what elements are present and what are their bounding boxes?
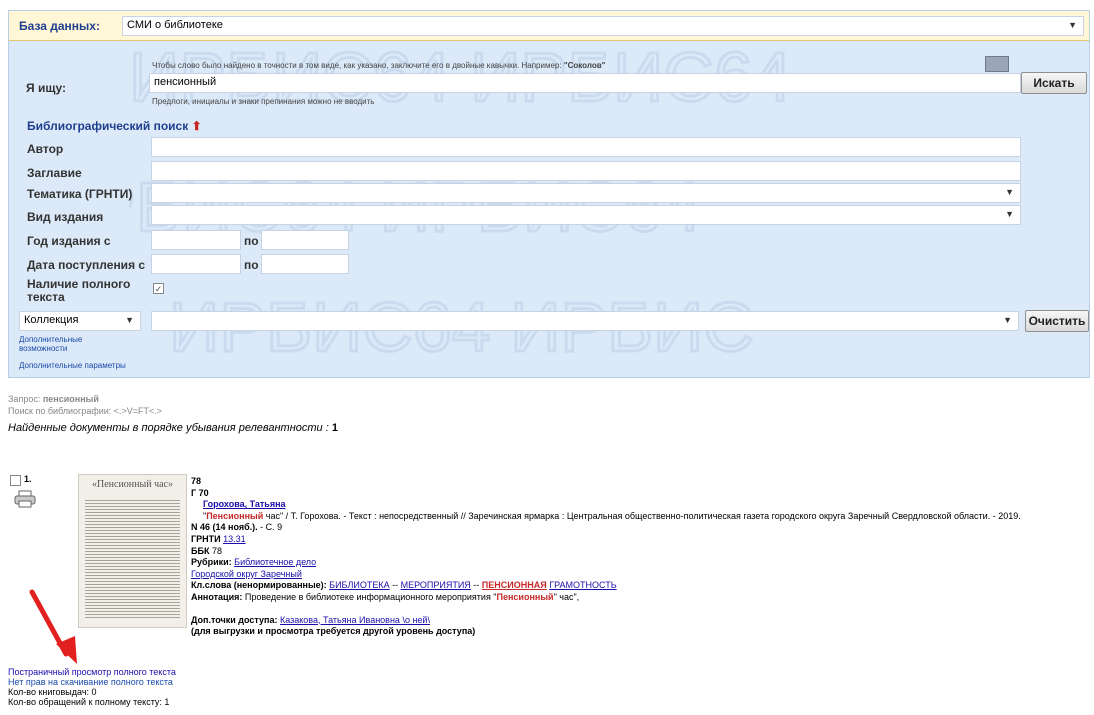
chevron-down-icon: ▼ bbox=[1005, 187, 1014, 197]
year-to-input[interactable] bbox=[261, 230, 349, 250]
red-arrow-annotation bbox=[29, 589, 77, 664]
search-label: Я ищу: bbox=[26, 81, 66, 95]
keyword-link[interactable]: ГРАМОТНОСТЬ bbox=[549, 580, 616, 590]
arrow-up-icon: ⬆ bbox=[191, 119, 202, 133]
title-input[interactable] bbox=[151, 161, 1021, 181]
title-label: Заглавие bbox=[27, 166, 82, 180]
biblio-search-title[interactable]: Библиографический поиск ⬆ bbox=[27, 119, 202, 133]
year-to-label: по bbox=[244, 234, 259, 248]
keyword-link[interactable]: БИБЛИОТЕКА bbox=[329, 580, 389, 590]
chevron-down-icon: ▼ bbox=[1005, 209, 1014, 219]
collection-select[interactable]: Коллекция ▼ bbox=[19, 311, 141, 331]
search-hint-bottom: Предлоги, инициалы и знаки препинания мо… bbox=[152, 97, 375, 106]
more-params-link[interactable]: Дополнительные параметры bbox=[19, 361, 126, 370]
year-from-label: Год издания с bbox=[27, 234, 111, 248]
type-select[interactable]: ▼ bbox=[151, 205, 1021, 225]
record-checkbox[interactable] bbox=[10, 475, 21, 486]
database-bar: База данных: СМИ о библиотеке ▼ bbox=[9, 11, 1089, 41]
more-options-link[interactable]: Дополнительные возможности bbox=[19, 335, 89, 353]
search-panel: ИРБИС64 ИРБИС64 РБИС64 ИРБИС64 ИРБИС64 И… bbox=[8, 10, 1090, 378]
keyword-link[interactable]: ПЕНСИОННАЯ bbox=[482, 580, 547, 590]
year-from-input[interactable] bbox=[151, 230, 241, 250]
search-button[interactable]: Искать bbox=[1021, 72, 1087, 94]
database-value: СМИ о библиотеке bbox=[127, 19, 223, 31]
page-view-link[interactable]: Постраничный просмотр полного текста bbox=[8, 667, 176, 677]
database-label: База данных: bbox=[19, 19, 100, 33]
loans-count: Кол-во книговыдач: 0 bbox=[8, 687, 97, 697]
thumb-title: «Пенсионный час» bbox=[92, 479, 173, 490]
biblio-search-info: Поиск по библиографии: <.>V=FT<.> bbox=[8, 406, 163, 416]
rubric-link[interactable]: Библиотечное дело bbox=[234, 557, 316, 567]
fulltext-label: Наличие полного текста bbox=[27, 277, 131, 304]
chevron-down-icon: ▼ bbox=[125, 315, 134, 325]
keyboard-icon[interactable] bbox=[985, 56, 1009, 72]
author-label: Автор bbox=[27, 142, 64, 156]
author-link[interactable]: Горохова, Татьяна bbox=[203, 499, 286, 509]
found-docs: Найденные документы в порядке убывания р… bbox=[8, 422, 338, 434]
printer-icon[interactable] bbox=[14, 490, 36, 508]
record-description: 78 Г 70 Горохова, Татьяна "Пенсионный ча… bbox=[191, 476, 1021, 637]
date-to-label: по bbox=[244, 258, 259, 272]
no-download-rights: Нет прав на скачивание полного текста bbox=[8, 677, 173, 687]
date-from-label: Дата поступления с bbox=[27, 258, 146, 272]
fulltext-requests-count: Кол-во обращений к полному тексту: 1 bbox=[8, 697, 170, 707]
grnti-link[interactable]: 13.31 bbox=[223, 534, 246, 544]
database-select[interactable]: СМИ о библиотеке ▼ bbox=[122, 16, 1084, 36]
clear-button[interactable]: Очистить bbox=[1025, 310, 1089, 332]
type-label: Вид издания bbox=[27, 210, 104, 224]
query-info: Запрос: пенсионный bbox=[8, 394, 99, 404]
chevron-down-icon: ▼ bbox=[1003, 315, 1012, 325]
record-number: 1. bbox=[24, 474, 32, 484]
fulltext-checkbox[interactable]: ✓ bbox=[153, 283, 164, 294]
date-to-input[interactable] bbox=[261, 254, 349, 274]
access-link[interactable]: Казакова, Татьяна Ивановна \о ней\ bbox=[280, 615, 430, 625]
record-footer: Постраничный просмотр полного текста Нет… bbox=[8, 667, 176, 707]
thumb-text-lines bbox=[85, 498, 180, 620]
search-input[interactable]: пенсионный bbox=[149, 73, 1021, 93]
document-thumbnail[interactable]: «Пенсионный час» bbox=[78, 474, 187, 628]
date-from-input[interactable] bbox=[151, 254, 241, 274]
rubric-link[interactable]: Городской округ Заречный bbox=[191, 569, 302, 579]
search-hint-top: Чтобы слово было найдено в точности в то… bbox=[152, 61, 606, 70]
keyword-link[interactable]: МЕРОПРИЯТИЯ bbox=[401, 580, 471, 590]
collection-value-select[interactable]: ▼ bbox=[151, 311, 1019, 331]
author-input[interactable] bbox=[151, 137, 1021, 157]
chevron-down-icon: ▼ bbox=[1068, 20, 1077, 30]
theme-select[interactable]: ▼ bbox=[151, 183, 1021, 203]
theme-label: Тематика (ГРНТИ) bbox=[27, 187, 133, 201]
